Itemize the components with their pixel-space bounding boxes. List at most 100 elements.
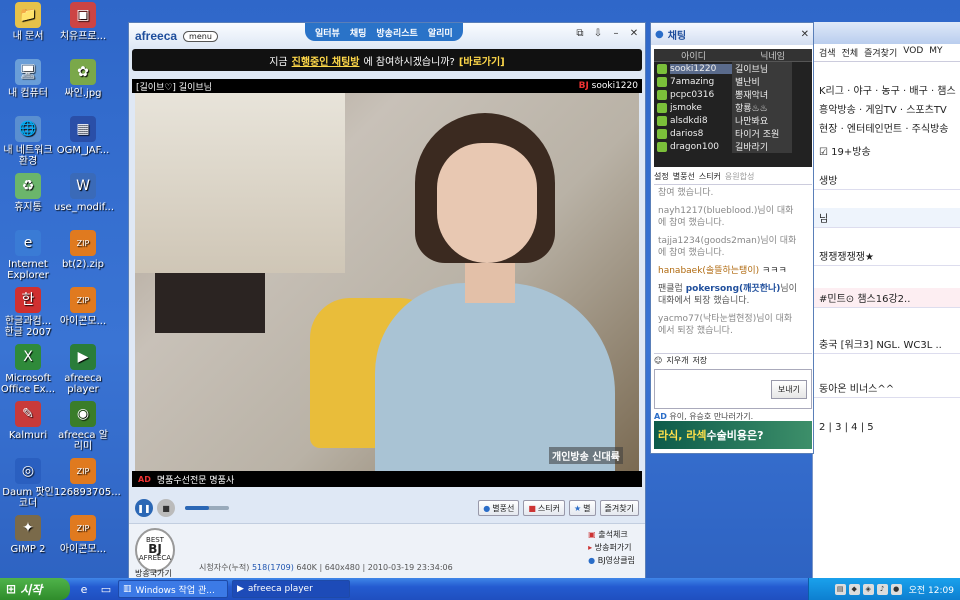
desktop-icon[interactable]: ZIP bt(2).zip — [54, 230, 112, 270]
desktop-icon[interactable]: 📁 내 문서 — [0, 2, 57, 42]
bg-row[interactable]: 충국 [워크3] NGL. WC3L .. — [813, 334, 960, 354]
restore-icon[interactable]: ⧉ — [573, 27, 587, 41]
desktop-icon[interactable]: ▣ 치유프로... — [54, 2, 112, 42]
bg-filter[interactable]: ☑ 19+방송 — [813, 141, 960, 160]
tray-network-icon[interactable]: ▤ — [834, 583, 846, 595]
desktop-icon[interactable]: 🖥 내 컴퓨터 — [0, 59, 57, 99]
bg-tab[interactable]: VOD — [903, 46, 923, 59]
bg-row[interactable]: #민트⊙ 챔스16강2.. — [813, 288, 960, 308]
share-link[interactable]: ▸ 방송퍼가기 — [588, 541, 635, 554]
chat-close-icon[interactable]: ✕ — [801, 29, 809, 40]
desktop-icon[interactable]: ◉ afreeca 알리미 — [54, 401, 112, 452]
chat-messages[interactable]: 참여 했습니다. nayh1217(blueblood.)님이 대화에 참여 했습… — [654, 185, 804, 347]
chat-titlebar[interactable]: ● 채팅 ✕ — [651, 23, 813, 45]
desktop-icon[interactable]: e Internet Explorer — [0, 230, 57, 281]
favorite-button[interactable]: 즐겨찾기 — [599, 500, 639, 516]
chat-user-row[interactable]: alsdkdi8 나만봐요 — [654, 114, 812, 127]
chat-user-row[interactable]: dragon100 길바라기 — [654, 140, 812, 153]
chat-user-row[interactable]: 7amazing 별난비 — [654, 75, 812, 88]
bg-categories-3[interactable]: 현장 · 엔터테인먼트 · 주식방송 — [813, 118, 960, 137]
desktop-icon[interactable]: ✦ GIMP 2 — [0, 515, 57, 555]
desktop-icon[interactable]: ▦ OGM_JAF... — [54, 116, 112, 156]
desktop-quicklaunch-icon[interactable]: ▭ — [98, 581, 114, 597]
bg-tab[interactable]: 즐겨찾기 — [864, 46, 897, 59]
tray-afreeca-icon[interactable]: ● — [890, 583, 902, 595]
chat-sticker-button[interactable]: 스티커 — [699, 171, 721, 182]
desktop-icon[interactable]: ♻ 휴지통 — [0, 173, 57, 213]
desktop-icon[interactable]: ZIP 126893705... — [54, 458, 121, 498]
start-button[interactable]: ⊞ 시작 — [0, 578, 70, 600]
notice-highlight[interactable]: 진행중인 채팅방 — [292, 53, 360, 68]
nav-broadcast-list[interactable]: 방송리스트 — [376, 26, 417, 39]
eraser-button[interactable]: 지우개 — [666, 355, 688, 366]
chat-ad-banner[interactable]: 라식, 라섹 수술비용은? — [654, 421, 812, 449]
chat-support-button[interactable]: 응원합성 — [725, 171, 754, 182]
chat-window[interactable]: ● 채팅 ✕ 아이디 닉네임 sooki1220 길이브님 7amazing 별난비 p… — [650, 22, 814, 454]
stop-button[interactable]: ■ — [157, 499, 175, 517]
emoticon-icon[interactable]: ☺ — [654, 356, 662, 365]
chat-input[interactable]: 보내기 — [654, 369, 812, 409]
nav-chat[interactable]: 채팅 — [350, 26, 367, 39]
bg-row[interactable]: 생방 — [813, 170, 960, 190]
tray-shield-icon[interactable]: ◈ — [862, 583, 874, 595]
balloon-button[interactable]: ● 별풍선 — [478, 500, 520, 516]
bg-categories-2[interactable]: 흥악방송 · 게임TV · 스포츠TV — [813, 99, 960, 118]
volume-slider[interactable] — [185, 506, 229, 510]
bg-tab[interactable]: 전체 — [842, 46, 859, 59]
task-windows-task-manager[interactable]: ▥ Windows 작업 관... — [118, 580, 228, 598]
task-afreeca-player[interactable]: ▶ afreeca player — [232, 580, 350, 598]
close-icon[interactable]: ✕ — [627, 27, 641, 41]
menu-button[interactable]: menu — [183, 30, 218, 42]
bg-row[interactable]: 님 — [813, 208, 960, 228]
bg-row[interactable]: 쟁쟁쟁쟁쟁★ — [813, 246, 960, 266]
video-area[interactable] — [135, 93, 639, 471]
ie-quicklaunch-icon[interactable]: e — [76, 581, 92, 597]
bg-pager[interactable]: 2 | 3 | 4 | 5 — [813, 420, 960, 435]
notice-prefix: 지금 — [269, 56, 288, 68]
desktop-icon[interactable]: ZIP 아이콘모... — [54, 515, 112, 555]
attendance-link[interactable]: ▣ 출석체크 — [588, 528, 635, 541]
chat-setting-button[interactable]: 설정 — [654, 171, 669, 182]
tray-volume-icon[interactable]: ♪ — [876, 583, 888, 595]
clip-link[interactable]: ● BJ영상클립 — [588, 554, 635, 567]
ad-text[interactable]: 명품수선전문 명품사 — [157, 473, 234, 486]
desktop-icon-label: 내 컴퓨터 — [8, 88, 48, 99]
chat-sender[interactable]: hanabaek(솔뜰하는탱이) — [658, 266, 759, 276]
nav-notifier[interactable]: 알리미 — [428, 26, 453, 39]
minimize-icon[interactable]: – — [609, 27, 623, 41]
desktop-icon[interactable]: ✿ 싸인.jpg — [54, 59, 112, 99]
pause-button[interactable]: ❚❚ — [135, 499, 153, 517]
go-button[interactable]: [바로가기] — [459, 53, 505, 68]
desktop-icon[interactable]: ◎ Daum 팟인코더 — [0, 458, 57, 509]
bg-tab[interactable]: 검색 — [819, 46, 836, 59]
chat-balloon-button[interactable]: 별풍선 — [673, 171, 695, 182]
chat-user-row[interactable]: pcpc0316 뽕재악녀 — [654, 88, 812, 101]
desktop-icon[interactable]: ▶ afreeca player — [54, 344, 112, 395]
chat-user-row[interactable]: sooki1220 길이브님 — [654, 62, 812, 75]
pin-icon[interactable]: ⇩ — [591, 27, 605, 41]
video-ad-strip[interactable]: AD 명품수선전문 명품사 — [132, 471, 642, 487]
clock[interactable]: 오전 12:09 — [909, 583, 954, 596]
desktop-icon[interactable]: Wuse_modif... — [54, 173, 114, 213]
sticker-button[interactable]: ■ 스티커 — [523, 500, 565, 516]
chat-user-list[interactable]: 아이디 닉네임 sooki1220 길이브님 7amazing 별난비 pcpc0316… — [654, 49, 812, 167]
nav-interview[interactable]: 일터뷰 — [315, 26, 340, 39]
afreeca-player-window[interactable]: afreeca menu 일터뷰 채팅 방송리스트 알리미 ⧉ ⇩ – ✕ 지금… — [128, 22, 646, 579]
desktop-icon[interactable]: ✎ Kalmuri — [0, 401, 57, 441]
desktop-icon-label: 아이콘모... — [59, 316, 107, 327]
background-browser-window[interactable]: 검색 전체 즐겨찾기 VOD MY K리그 · 야구 · 농구 · 배구 · 챔… — [812, 22, 960, 578]
chat-user-row[interactable]: darios8 타이거 조원 — [654, 127, 812, 140]
chat-sender[interactable]: pokersong(깨끗한나) — [686, 284, 781, 294]
desktop-icon[interactable]: 🌐 내 네트워크 환경 — [0, 116, 57, 167]
bg-categories[interactable]: K리그 · 야구 · 농구 · 배구 · 챔스 — [813, 80, 960, 99]
desktop-icon[interactable]: ZIP 아이콘모... — [54, 287, 112, 327]
desktop-icon[interactable]: 한 한글과컴... 한글 2007 — [0, 287, 57, 338]
bg-tab[interactable]: MY — [929, 46, 942, 59]
send-button[interactable]: 보내기 — [770, 379, 807, 399]
chat-user-row[interactable]: jsmoke 항룡♨♨ — [654, 101, 812, 114]
save-button[interactable]: 저장 — [692, 355, 707, 366]
bg-row[interactable]: 동아온 비너스^^ — [813, 378, 960, 398]
tray-app-icon[interactable]: ◆ — [848, 583, 860, 595]
star-button[interactable]: ★ 별 — [569, 500, 596, 516]
desktop-icon[interactable]: X Microsoft Office Ex... — [0, 344, 57, 395]
